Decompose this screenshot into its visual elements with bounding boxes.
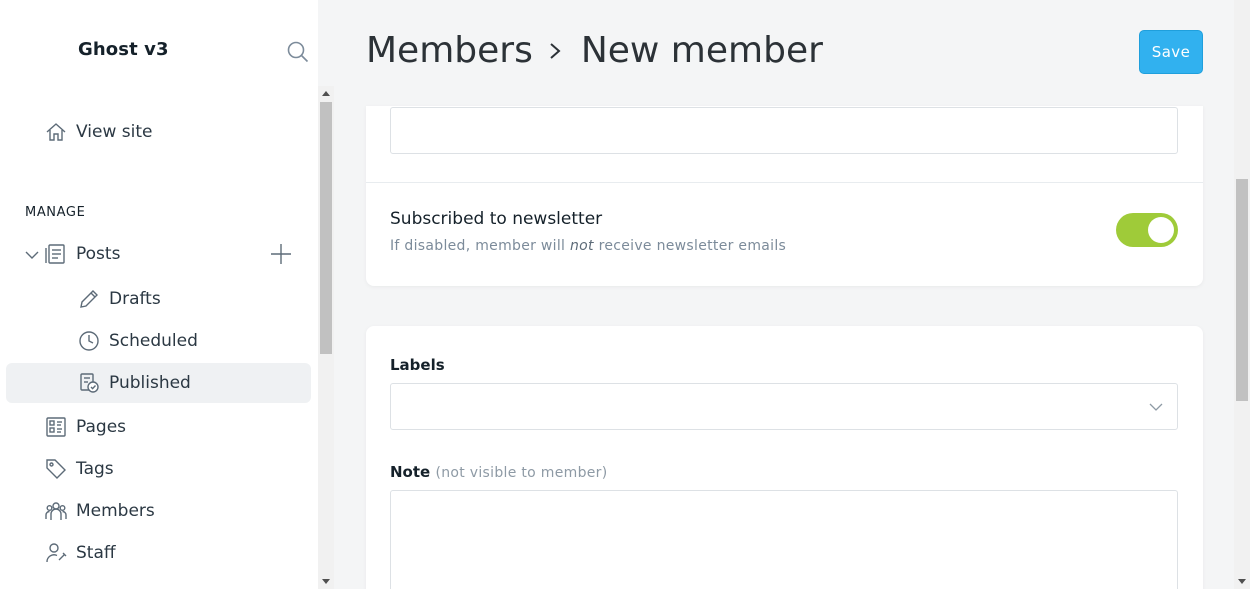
sidebar-item-tags[interactable]: Tags <box>6 449 311 489</box>
newsletter-hint: If disabled, member will not receive new… <box>390 238 787 254</box>
note-textarea[interactable] <box>390 490 1178 589</box>
sidebar-item-published[interactable]: Published <box>6 363 311 403</box>
pages-icon <box>45 416 67 438</box>
newsletter-title: Subscribed to newsletter <box>390 209 603 229</box>
main-scrollbar-thumb[interactable] <box>1236 179 1248 401</box>
main-scrollbar[interactable] <box>1234 0 1250 589</box>
chevron-down-icon[interactable] <box>1149 400 1163 414</box>
sidebar-item-label: Drafts <box>109 289 161 309</box>
published-check-icon <box>78 372 100 394</box>
sidebar-scrollbar[interactable] <box>318 86 334 589</box>
sidebar-item-pages[interactable]: Pages <box>6 407 311 447</box>
labels-label: Labels <box>390 356 445 374</box>
chevron-right-icon <box>547 41 563 61</box>
sidebar-item-label: Staff <box>76 543 116 563</box>
toggle-knob <box>1148 217 1174 243</box>
manage-section-label: MANAGE <box>25 205 86 220</box>
sidebar-scrollbar-thumb[interactable] <box>320 102 332 354</box>
sidebar-item-members[interactable]: Members <box>6 491 311 531</box>
labels-select[interactable] <box>390 383 1178 430</box>
sidebar-item-label: Pages <box>76 417 127 437</box>
sidebar-item-label: Posts <box>76 244 121 264</box>
sidebar-item-label: Scheduled <box>109 331 198 351</box>
posts-icon <box>45 243 67 265</box>
note-sublabel: (not visible to member) <box>435 465 608 481</box>
divider <box>366 182 1203 183</box>
member-text-field[interactable] <box>390 107 1178 154</box>
scroll-down-arrow-icon[interactable] <box>1238 579 1246 584</box>
member-details-card: Subscribed to newsletter If disabled, me… <box>366 106 1203 286</box>
members-icon <box>45 500 67 522</box>
plus-icon[interactable] <box>270 243 292 265</box>
main-content: Members New member Save Subscribed to ne… <box>334 0 1234 589</box>
site-title[interactable]: Ghost v3 <box>78 39 169 60</box>
sidebar-item-label: Members <box>76 501 155 521</box>
save-button[interactable]: Save <box>1139 30 1203 74</box>
sidebar-item-drafts[interactable]: Drafts <box>6 279 311 319</box>
breadcrumb: Members New member <box>366 30 823 71</box>
sidebar-item-label: View site <box>76 122 153 142</box>
scroll-up-arrow-icon[interactable] <box>322 91 330 96</box>
search-icon[interactable] <box>286 40 310 64</box>
note-label: Note (not visible to member) <box>390 463 608 481</box>
chevron-down-icon[interactable] <box>24 247 40 263</box>
newsletter-toggle[interactable] <box>1116 213 1178 247</box>
scroll-down-arrow-icon[interactable] <box>322 579 330 584</box>
pencil-icon <box>78 288 100 310</box>
staff-icon <box>45 542 67 564</box>
sidebar-item-label: Tags <box>76 459 114 479</box>
sidebar-item-view-site[interactable]: View site <box>6 112 311 152</box>
home-icon <box>45 121 67 143</box>
breadcrumb-members-link[interactable]: Members <box>366 30 533 71</box>
sidebar-item-posts[interactable]: Posts <box>40 234 260 274</box>
page-title: New member <box>580 30 823 71</box>
sidebar-item-scheduled[interactable]: Scheduled <box>6 321 311 361</box>
sidebar-item-staff[interactable]: Staff <box>6 533 311 573</box>
tag-icon <box>45 458 67 480</box>
sidebar-item-label: Published <box>109 373 191 393</box>
labels-note-card: Labels Note (not visible to member) <box>366 326 1203 589</box>
clock-icon <box>78 330 100 352</box>
sidebar: Ghost v3 View site MANAGE Posts Drafts S… <box>0 0 318 589</box>
